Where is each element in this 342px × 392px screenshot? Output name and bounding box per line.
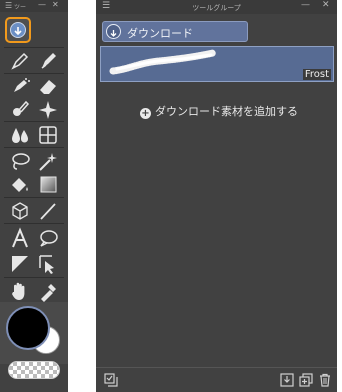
download-icon (106, 24, 121, 39)
balloon-tool[interactable] (36, 227, 60, 249)
balloon-icon (40, 230, 58, 247)
gradient-tool[interactable] (36, 174, 60, 196)
auto-select-tool[interactable] (36, 150, 60, 172)
delete-button[interactable] (318, 373, 332, 387)
duplicate-button[interactable] (299, 373, 313, 387)
palette-divider (4, 47, 64, 48)
panel-footer (96, 367, 337, 392)
decoration-tool[interactable] (36, 98, 60, 120)
palette-divider (4, 121, 64, 122)
palette-divider (4, 147, 64, 148)
magic-wand-icon (39, 153, 57, 171)
add-material-label: ダウンロード素材を追加する (155, 105, 298, 118)
palette-divider (4, 277, 64, 278)
eraser-icon (40, 80, 56, 94)
main-color-swatch[interactable] (6, 306, 50, 350)
blend-icon (13, 100, 30, 116)
download-tool-button[interactable] (5, 17, 31, 43)
add-icon: + (140, 108, 151, 119)
ink-drop-icon (12, 128, 28, 143)
figure-tool[interactable] (36, 200, 60, 222)
transparent-color-swatch[interactable] (8, 361, 60, 379)
airbrush-icon (14, 78, 30, 92)
sparkle-icon (39, 101, 57, 119)
pencil-tool[interactable] (36, 50, 60, 72)
eyedropper-icon (41, 284, 56, 302)
pen-tool[interactable] (8, 50, 32, 72)
group-tab-download[interactable]: ダウンロード (102, 21, 248, 42)
download-button[interactable] (280, 373, 294, 387)
subtool-name: Frost (302, 69, 331, 80)
palette-title: ツー (14, 4, 27, 11)
tool-group-panel: ☰ ツールグループ — ✕ ダウンロード Frost + ダウンロード素材を追加す… (96, 0, 337, 392)
text-tool[interactable] (8, 227, 32, 249)
eraser-tool[interactable] (36, 75, 60, 97)
grid-frame-icon (39, 126, 57, 144)
palette-close-icon[interactable]: ✕ (52, 0, 59, 9)
copy-icon (299, 373, 313, 387)
pen-icon (11, 52, 29, 70)
blend-tool[interactable] (8, 98, 32, 120)
move-tool[interactable] (8, 280, 32, 302)
text-icon (12, 227, 28, 248)
frame-tool[interactable] (36, 124, 60, 146)
object-tool[interactable] (36, 253, 60, 275)
hand-icon (12, 282, 25, 300)
add-download-material-button[interactable]: + ダウンロード素材を追加する (140, 103, 298, 119)
operation-tool[interactable] (8, 200, 32, 222)
trash-icon (320, 373, 330, 387)
fountain-pen-icon (41, 53, 56, 69)
line-icon (40, 203, 56, 220)
3d-figure-icon (12, 202, 28, 220)
airbrush-tool[interactable] (8, 75, 32, 97)
eyedropper-tool[interactable] (36, 280, 60, 302)
fill-tool[interactable] (8, 174, 32, 196)
correct-line-tool[interactable] (8, 253, 32, 275)
gradient-icon (40, 176, 57, 193)
panel-close-icon[interactable]: ✕ (322, 0, 330, 10)
tool-property-button[interactable] (104, 373, 118, 387)
subtool-item-frost[interactable]: Frost (100, 46, 334, 82)
palette-minimize-icon[interactable]: — (38, 0, 46, 9)
palette-divider (4, 197, 64, 198)
ruler-edit-icon (12, 256, 28, 272)
ink-tool[interactable] (8, 124, 32, 146)
checkbox-list-icon (104, 373, 118, 387)
palette-header: ☰ ツー — ✕ (0, 0, 68, 12)
lasso-icon (12, 153, 30, 170)
panel-minimize-icon[interactable]: — (301, 0, 310, 10)
palette-menu-icon[interactable]: ☰ (5, 1, 12, 10)
panel-header: ☰ ツールグループ — ✕ (96, 0, 337, 14)
download-icon (280, 373, 294, 387)
palette-divider (4, 223, 64, 224)
selection-tool[interactable] (8, 150, 32, 172)
palette-divider (4, 73, 64, 74)
download-icon (10, 22, 26, 38)
brush-stroke-preview (109, 49, 217, 75)
object-select-icon (39, 255, 54, 274)
fill-icon (12, 178, 28, 192)
tool-palette: ☰ ツー — ✕ (0, 0, 68, 392)
group-tab-label: ダウンロード (127, 27, 193, 40)
